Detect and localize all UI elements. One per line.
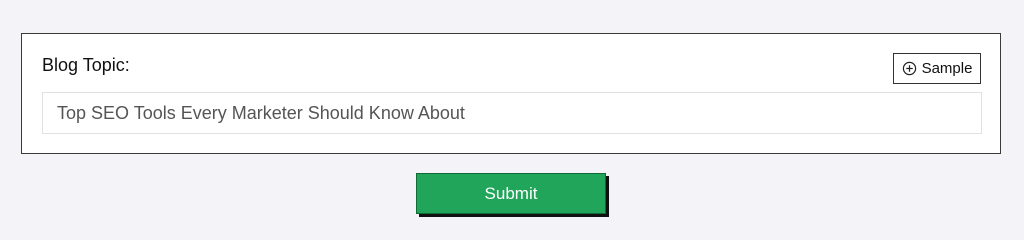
blog-topic-card: Blog Topic: Sample — [21, 33, 1001, 154]
submit-button[interactable]: Submit — [416, 173, 606, 214]
sample-button-label: Sample — [921, 60, 973, 77]
sample-button[interactable]: Sample — [893, 53, 981, 84]
blog-topic-input[interactable] — [42, 92, 982, 134]
blog-topic-label: Blog Topic: — [42, 55, 130, 75]
plus-circle-icon — [902, 61, 917, 76]
